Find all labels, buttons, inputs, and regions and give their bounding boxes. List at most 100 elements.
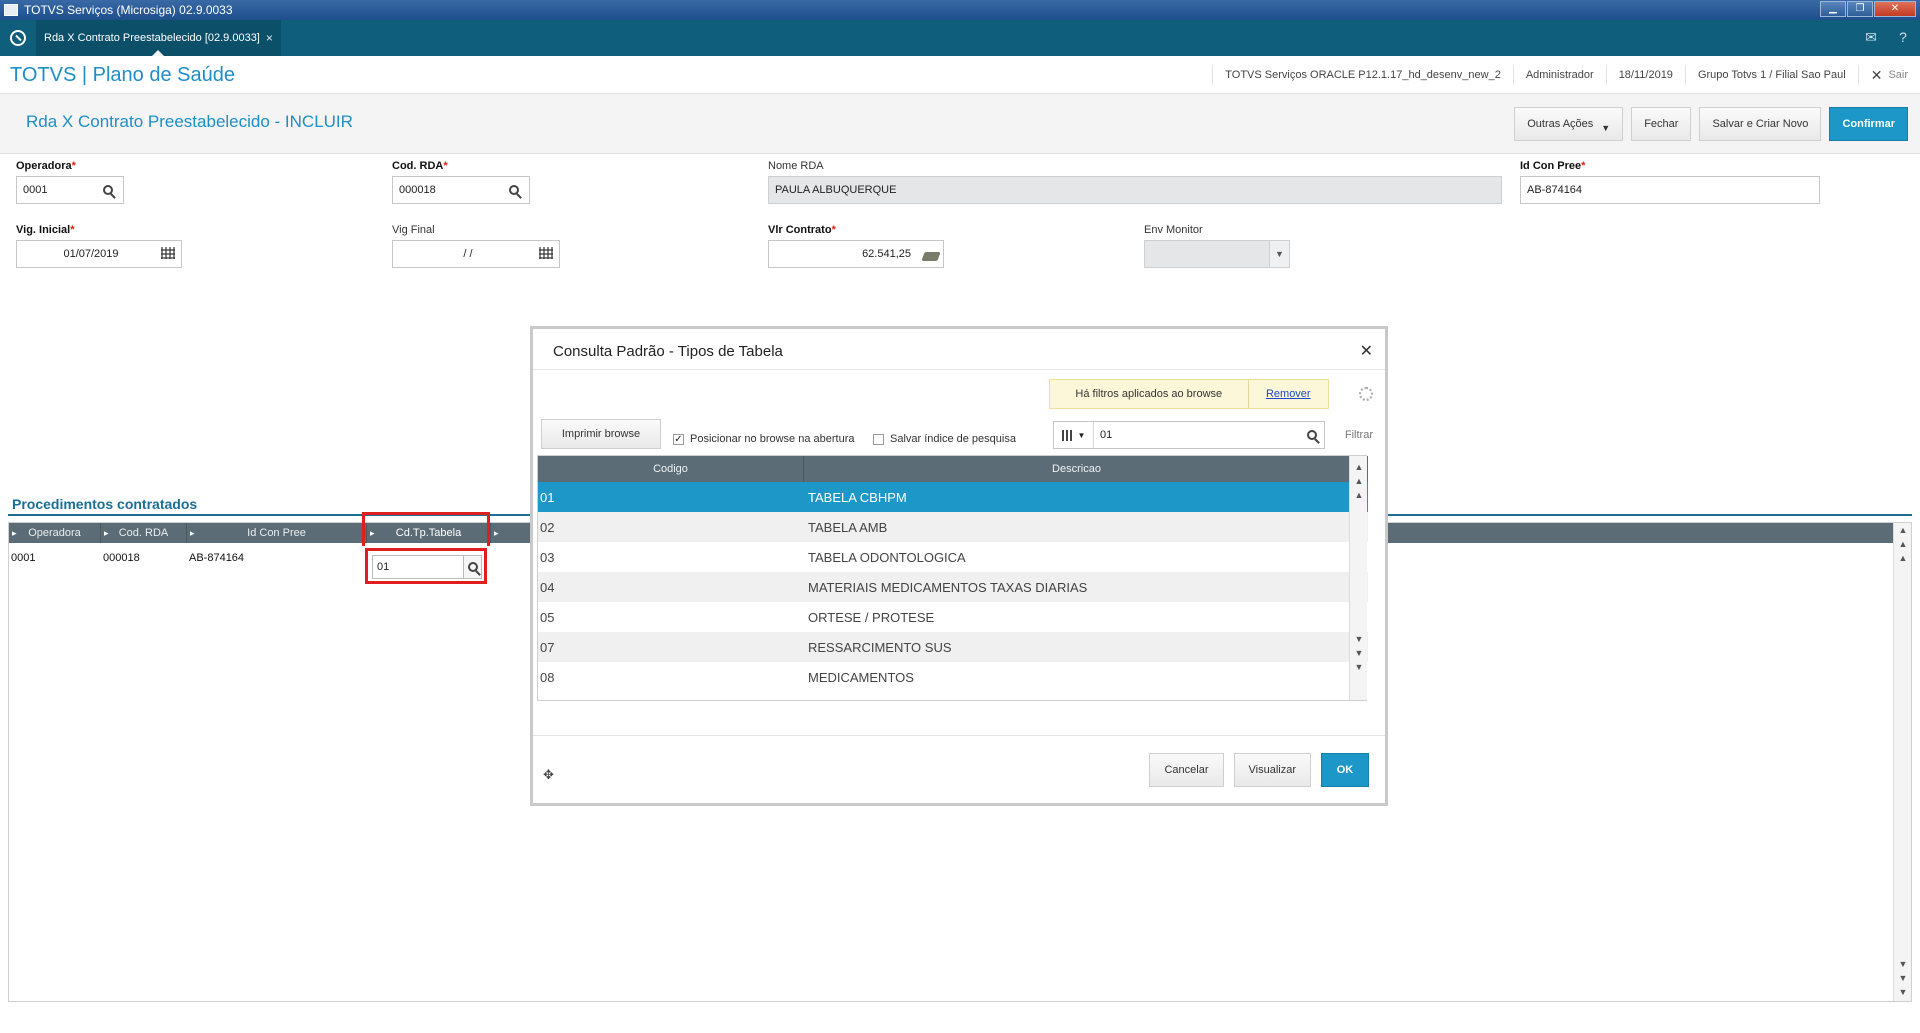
scroll-up-icon[interactable]: ▲ (1350, 488, 1368, 502)
vig-inicial-input[interactable]: 01/07/2019 (16, 240, 182, 268)
table-row[interactable]: 07 RESSARCIMENTO SUS (538, 632, 1368, 662)
filter-notice: Há filtros aplicados ao browse Remover (1049, 379, 1329, 409)
field-vig-final: Vig Final / / (392, 224, 560, 268)
row-desc: ORTESE / PROTESE (808, 609, 935, 625)
chevron-down-icon[interactable]: ▼ (1269, 241, 1289, 267)
close-icon: ✕ (1870, 67, 1883, 83)
cd-tp-tabela-input[interactable]: 01 (372, 555, 464, 579)
close-icon[interactable]: ✕ (1360, 341, 1373, 361)
home-icon[interactable] (10, 30, 26, 46)
table-row[interactable]: 04 MATERIAIS MEDICAMENTOS TAXAS DIARIAS (538, 572, 1368, 602)
scroll-top-icon[interactable]: ▲ (1350, 460, 1368, 474)
table-row[interactable]: 01 TABELA CBHPM (538, 482, 1368, 512)
vlr-contrato-input[interactable]: 62.541,25 (768, 240, 944, 268)
cod-rda-input[interactable]: 000018 (392, 176, 530, 204)
modal-title: Consulta Padrão - Tipos de Tabela (553, 343, 783, 360)
filter-notice-text: Há filtros aplicados ao browse (1050, 380, 1249, 408)
filter-button[interactable]: Filtrar (1345, 429, 1373, 441)
scroll-down-icon[interactable]: ▼ (1350, 632, 1368, 646)
section-title: Procedimentos contratados (12, 496, 198, 512)
close-window-icon[interactable]: ✕ (1874, 1, 1916, 17)
modal-actions: Cancelar Visualizar OK (1149, 753, 1369, 787)
tab-rda-contrato[interactable]: Rda X Contrato Preestabelecido [02.9.003… (36, 20, 281, 56)
exit-button[interactable]: ✕ Sair (1857, 65, 1920, 85)
table-row[interactable]: 02 TABELA AMB (538, 512, 1368, 542)
search-icon[interactable] (1300, 430, 1324, 440)
view-button[interactable]: Visualizar (1233, 753, 1311, 787)
env-monitor-select[interactable]: ▼ (1144, 240, 1290, 268)
search-icon[interactable] (103, 183, 117, 197)
print-browse-button[interactable]: Imprimir browse (541, 419, 661, 449)
remove-filter-link[interactable]: Remover (1249, 388, 1328, 400)
scroll-page-up-icon[interactable]: ▲ (1894, 537, 1912, 551)
vig-final-value: / / (463, 248, 473, 260)
tab-close-icon[interactable]: × (266, 31, 273, 45)
index-selector[interactable]: ▼ (1054, 422, 1094, 448)
browse-scrollbar[interactable]: ▲ ▲ ▲ ▼ ▼ ▼ (1349, 456, 1367, 700)
row-desc: MEDICAMENTOS (808, 669, 914, 685)
brand-title: TOTVS | Plano de Saúde (10, 64, 235, 86)
money-icon[interactable] (921, 249, 941, 263)
scroll-bottom-icon[interactable]: ▼ (1350, 660, 1368, 674)
col-codigo[interactable]: Codigo (538, 456, 804, 482)
row-code: 03 (540, 549, 555, 565)
cell-cod-rda: 000018 (103, 552, 140, 564)
lookup-dialog: Consulta Padrão - Tipos de Tabela ✕ Há f… (533, 329, 1385, 803)
scroll-up-icon[interactable]: ▲ (1894, 551, 1912, 565)
date-label: 18/11/2019 (1605, 65, 1685, 85)
col-operadora[interactable]: Operadora (9, 523, 101, 543)
mail-icon[interactable]: ✉ (1862, 28, 1880, 46)
table-row[interactable]: 03 TABELA ODONTOLOGICA (538, 542, 1368, 572)
id-con-pree-input[interactable]: AB-874164 (1520, 176, 1820, 204)
close-button[interactable]: Fechar (1631, 107, 1692, 141)
move-icon[interactable]: ✥ (543, 767, 554, 783)
scroll-down-icon[interactable]: ▼ (1894, 957, 1912, 971)
row-code: 05 (540, 609, 555, 625)
save-index-checkbox[interactable]: Salvar índice de pesquisa (873, 433, 1016, 445)
scroll-bottom-icon[interactable]: ▼ (1894, 985, 1912, 999)
col-descricao[interactable]: Descricao (804, 456, 1350, 482)
operadora-input[interactable]: 0001 (16, 176, 124, 204)
scroll-page-up-icon[interactable]: ▲ (1350, 474, 1368, 488)
search-icon[interactable] (509, 183, 523, 197)
row-desc: TABELA ODONTOLOGICA (808, 549, 966, 565)
row-code: 07 (540, 639, 555, 655)
vig-final-input[interactable]: / / (392, 240, 560, 268)
scroll-page-down-icon[interactable]: ▼ (1350, 646, 1368, 660)
checkbox-checked-icon[interactable]: ✓ (673, 433, 684, 445)
save-new-button[interactable]: Salvar e Criar Novo (1699, 107, 1822, 141)
ok-button[interactable]: OK (1321, 753, 1369, 787)
col-id-con-pree[interactable]: Id Con Pree (187, 523, 367, 543)
env-monitor-label: Env Monitor (1144, 224, 1203, 236)
scroll-page-down-icon[interactable]: ▼ (1894, 971, 1912, 985)
minimize-icon[interactable]: ▁ (1820, 1, 1846, 17)
gear-icon[interactable] (1359, 387, 1373, 401)
search-icon[interactable] (464, 555, 482, 579)
app-header: TOTVS | Plano de Saúde TOTVS Serviços OR… (0, 56, 1920, 94)
table-row[interactable]: 08 MEDICAMENTOS (538, 662, 1368, 692)
field-env-monitor: Env Monitor ▼ (1144, 224, 1290, 268)
grid-scrollbar[interactable]: ▲ ▲ ▲ ▼ ▼ ▼ (1893, 523, 1911, 1001)
col-cod-rda[interactable]: Cod. RDA (101, 523, 187, 543)
scroll-top-icon[interactable]: ▲ (1894, 523, 1912, 537)
vig-final-label: Vig Final (392, 224, 435, 236)
tab-bar: Rda X Contrato Preestabelecido [02.9.003… (0, 20, 1920, 56)
confirm-button[interactable]: Confirmar (1829, 107, 1908, 141)
cancel-button[interactable]: Cancelar (1149, 753, 1224, 787)
calendar-icon[interactable] (161, 247, 175, 261)
cell-editor-cd-tp-tabela: 01 (365, 548, 487, 584)
row-desc: TABELA AMB (808, 519, 888, 535)
seek-input[interactable]: 01 (1094, 429, 1300, 441)
id-con-pree-value: AB-874164 (1527, 184, 1583, 196)
other-actions-button[interactable]: Outras Ações ▼ (1514, 107, 1624, 141)
nome-rda-input: PAULA ALBUQUERQUE (768, 176, 1502, 204)
nome-rda-label: Nome RDA (768, 160, 824, 172)
calendar-icon[interactable] (539, 247, 553, 261)
table-row[interactable]: 0001 000018 AB-874164 (9, 547, 367, 569)
position-checkbox[interactable]: ✓ Posicionar no browse na abertura (673, 433, 854, 445)
checkbox-icon[interactable] (873, 433, 884, 445)
app-icon (4, 4, 18, 16)
restore-icon[interactable]: ❐ (1847, 1, 1873, 17)
help-icon[interactable]: ? (1894, 28, 1912, 46)
table-row[interactable]: 05 ORTESE / PROTESE (538, 602, 1368, 632)
